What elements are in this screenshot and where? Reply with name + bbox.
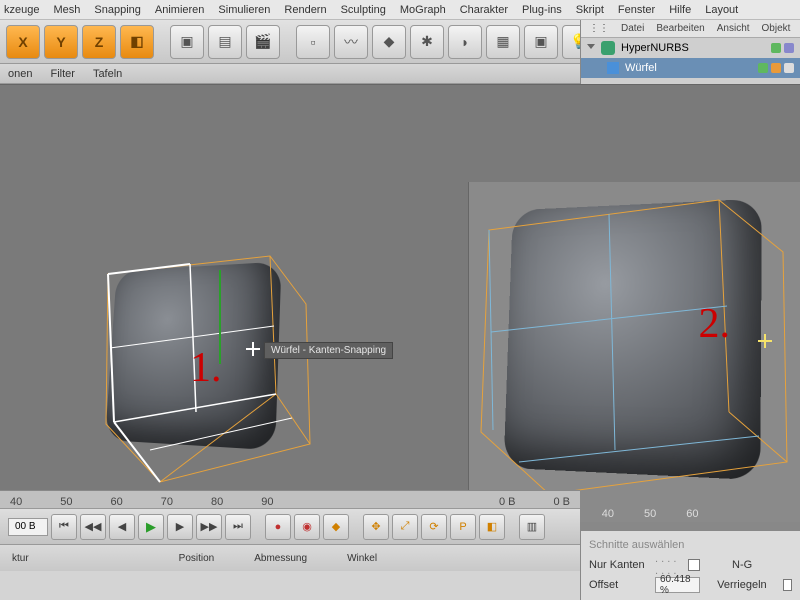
cage-wireframe-right bbox=[469, 182, 800, 502]
view-options[interactable]: onen bbox=[8, 68, 32, 80]
menu-plugins[interactable]: Plug-ins bbox=[522, 4, 562, 16]
verriegeln-label: Verriegeln bbox=[717, 579, 777, 591]
menu-animate[interactable]: Animieren bbox=[155, 4, 205, 16]
grip-icon[interactable]: ⋮⋮ bbox=[589, 23, 609, 34]
next-frame-button[interactable]: ▶ bbox=[167, 514, 193, 540]
menu-mesh[interactable]: Mesh bbox=[53, 4, 80, 16]
nur-kanten-label: Nur Kanten bbox=[589, 559, 649, 571]
om-row-wuerfel[interactable]: Würfel bbox=[581, 58, 800, 78]
attr-cutline: Schnitte auswählen bbox=[589, 535, 792, 555]
snap-tooltip: Würfel - Kanten-Snapping bbox=[264, 342, 393, 359]
film-icon[interactable]: ▥ bbox=[519, 514, 545, 540]
autokey-button[interactable]: ◉ bbox=[294, 514, 320, 540]
cube-icon bbox=[607, 62, 619, 74]
menu-layout[interactable]: Layout bbox=[705, 4, 738, 16]
prev-frame-button[interactable]: ◀ bbox=[109, 514, 135, 540]
key-scale-button[interactable]: ⤢ bbox=[392, 514, 418, 540]
axis-x-button[interactable]: X bbox=[6, 25, 40, 59]
ng-label: N-G bbox=[732, 559, 792, 571]
horizon-line bbox=[0, 84, 800, 85]
render-settings-button[interactable]: ▤ bbox=[208, 25, 242, 59]
goto-start-button[interactable]: ⏮ bbox=[51, 514, 77, 540]
annotation-2: 2. bbox=[699, 300, 731, 348]
om-object[interactable]: Objekt bbox=[762, 23, 791, 34]
prev-key-button[interactable]: ◀◀ bbox=[80, 514, 106, 540]
ktur-label: ktur bbox=[12, 553, 29, 564]
axis-z-button[interactable]: Z bbox=[82, 25, 116, 59]
goto-end-button[interactable]: ⏭ bbox=[225, 514, 251, 540]
frame-field[interactable]: 00 B bbox=[8, 518, 48, 536]
om-label-hypernurbs: HyperNURBS bbox=[621, 42, 689, 54]
annotation-1: 1. bbox=[190, 344, 222, 392]
phong-tag-icon[interactable] bbox=[771, 63, 781, 73]
coord-system-button[interactable]: ◧ bbox=[120, 25, 154, 59]
menu-help[interactable]: Hilfe bbox=[669, 4, 691, 16]
key-rot-button[interactable]: ⟳ bbox=[421, 514, 447, 540]
render-queue-button[interactable]: 🎬 bbox=[246, 25, 280, 59]
floor-button[interactable]: ▦ bbox=[486, 25, 520, 59]
view-filter[interactable]: Filter bbox=[50, 68, 74, 80]
om-menubar: ⋮⋮ Datei Bearbeiten Ansicht Objekt bbox=[581, 20, 800, 38]
vis-dot-icon[interactable] bbox=[758, 63, 768, 73]
vis-dot-icon[interactable] bbox=[771, 43, 781, 53]
enable-tag-icon[interactable] bbox=[784, 43, 794, 53]
ob-right: 0 B bbox=[553, 496, 570, 508]
menu-character[interactable]: Charakter bbox=[460, 4, 508, 16]
nur-kanten-checkbox[interactable] bbox=[688, 559, 700, 571]
axis-y-button[interactable]: Y bbox=[44, 25, 78, 59]
menu-script[interactable]: Skript bbox=[576, 4, 604, 16]
ob-left: 0 B bbox=[499, 496, 516, 508]
menu-render[interactable]: Rendern bbox=[284, 4, 326, 16]
viewport-panel-right[interactable]: 2. 10 20 30 40 50 60 bbox=[468, 182, 800, 522]
hypernurbs-icon bbox=[601, 41, 615, 55]
timeline-area: 40 50 60 70 80 90 0 B 0 B 00 B ⏮ ◀◀ ◀ ▶ … bbox=[0, 490, 580, 600]
om-file[interactable]: Datei bbox=[621, 23, 644, 34]
menu-simulate[interactable]: Simulieren bbox=[218, 4, 270, 16]
record-button[interactable]: ● bbox=[265, 514, 291, 540]
verriegeln-checkbox[interactable] bbox=[783, 579, 792, 591]
cursor-cross-icon bbox=[246, 342, 260, 356]
key-param-button[interactable]: P bbox=[450, 514, 476, 540]
timeline-ruler[interactable]: 40 50 60 70 80 90 0 B 0 B bbox=[0, 491, 580, 509]
offset-field[interactable]: 60.418 % bbox=[655, 577, 700, 593]
menu-sculpting[interactable]: Sculpting bbox=[341, 4, 386, 16]
primitive-cube-button[interactable]: ▫ bbox=[296, 25, 330, 59]
menu-snapping[interactable]: Snapping bbox=[94, 4, 141, 16]
next-key-button[interactable]: ▶▶ bbox=[196, 514, 222, 540]
deformer-button[interactable]: ✱ bbox=[410, 25, 444, 59]
key-pos-button[interactable]: ✥ bbox=[363, 514, 389, 540]
environment-button[interactable]: ◗ bbox=[448, 25, 482, 59]
render-view-button[interactable]: ▣ bbox=[170, 25, 204, 59]
offset-label: Offset bbox=[589, 579, 649, 591]
coordinate-header: ktur Position Abmessung Winkel bbox=[0, 545, 580, 571]
sel-tag-icon[interactable] bbox=[784, 63, 794, 73]
view-panels[interactable]: Tafeln bbox=[93, 68, 122, 80]
play-button[interactable]: ▶ bbox=[138, 514, 164, 540]
menu-window[interactable]: Fenster bbox=[618, 4, 655, 16]
om-label-wuerfel: Würfel bbox=[625, 62, 657, 74]
keyframe-sel-button[interactable]: ◆ bbox=[323, 514, 349, 540]
om-edit[interactable]: Bearbeiten bbox=[656, 23, 704, 34]
viewport-3d[interactable]: Würfel - Kanten-Snapping 1. 2. 10 20 30 … bbox=[0, 84, 800, 490]
transport-bar: 00 B ⏮ ◀◀ ◀ ▶ ▶ ▶▶ ⏭ ● ◉ ◆ ✥ ⤢ ⟳ P ◧ ▥ bbox=[0, 509, 580, 545]
position-label: Position bbox=[179, 553, 215, 564]
camera-button[interactable]: ▣ bbox=[524, 25, 558, 59]
om-view[interactable]: Ansicht bbox=[717, 23, 750, 34]
abmessung-label: Abmessung bbox=[254, 553, 307, 564]
expand-icon[interactable] bbox=[587, 44, 595, 53]
cursor-cross-icon bbox=[758, 334, 772, 348]
generator-button[interactable]: ◆ bbox=[372, 25, 406, 59]
main-menu-bar: kzeuge Mesh Snapping Animieren Simuliere… bbox=[0, 0, 800, 20]
menu-mograph[interactable]: MoGraph bbox=[400, 4, 446, 16]
winkel-label: Winkel bbox=[347, 553, 377, 564]
key-pla-button[interactable]: ◧ bbox=[479, 514, 505, 540]
om-row-hypernurbs[interactable]: HyperNURBS bbox=[581, 38, 800, 58]
spline-button[interactable]: 〰 bbox=[334, 25, 368, 59]
menu-tools[interactable]: kzeuge bbox=[4, 4, 39, 16]
attribute-manager: Schnitte auswählen Nur Kanten . . . . . … bbox=[580, 530, 800, 600]
